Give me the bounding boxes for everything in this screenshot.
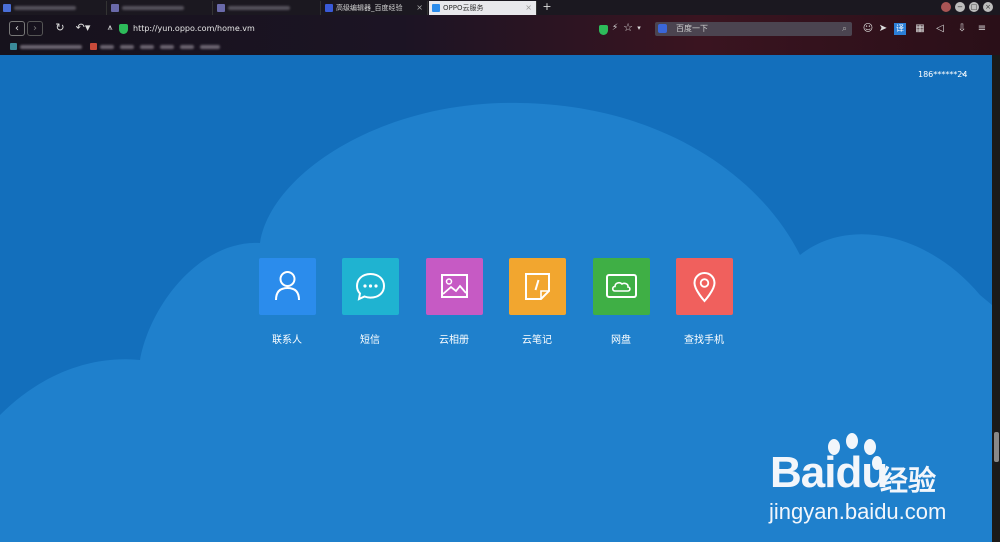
- bookmark-icon[interactable]: [90, 43, 97, 50]
- search-engine-icon[interactable]: [658, 24, 667, 33]
- watermark-cn: 经验: [880, 464, 937, 497]
- bookmark-item[interactable]: [100, 45, 114, 49]
- app-label-photos[interactable]: 云相册: [414, 331, 494, 346]
- baidu-favicon-icon: [325, 4, 333, 12]
- tab-baidu-jingyan[interactable]: 高级编辑器_百度经验 ×: [322, 1, 428, 15]
- app-label-contacts[interactable]: 联系人: [247, 331, 327, 346]
- tab-bar: 高级编辑器_百度经验 × OPPO云服务 × + − □ ×: [0, 0, 1000, 15]
- tab-label: OPPO云服务: [443, 4, 484, 12]
- app-label-cloud-disk[interactable]: 网盘: [581, 331, 661, 346]
- translate-icon[interactable]: 译: [894, 23, 906, 35]
- search-icon[interactable]: ⌕: [842, 22, 847, 36]
- tab-favicon-icon: [111, 4, 119, 12]
- menu-icon[interactable]: ≡: [976, 23, 988, 35]
- toolbar: ‹ › ↻ ↶▾ ⩚ http://yun.oppo.com/home.vm ⚡…: [0, 15, 1000, 41]
- tab-label: 高级编辑器_百度经验: [336, 4, 403, 12]
- bookmark-item[interactable]: [120, 45, 134, 49]
- tab-close-icon[interactable]: ×: [416, 1, 423, 15]
- oppo-cloud-page: 186******24 ⌄ 联系人 短信 云相册 云笔记 网盘 查找手机 Bai…: [0, 55, 992, 542]
- secure-shield-icon: [119, 24, 128, 34]
- tab-3[interactable]: [214, 1, 321, 15]
- app-messages[interactable]: [342, 258, 399, 315]
- oppo-favicon-icon: [432, 4, 440, 12]
- cloud-disk-icon: [606, 274, 637, 298]
- app-photos[interactable]: [426, 258, 483, 315]
- tab-favicon-icon: [217, 4, 225, 12]
- new-tab-button[interactable]: +: [539, 0, 555, 15]
- send-icon[interactable]: ➤: [877, 23, 889, 35]
- extensions-icon[interactable]: ▦: [914, 23, 926, 35]
- browser-chrome: 高级编辑器_百度经验 × OPPO云服务 × + − □ × ‹ › ↻ ↶▾ …: [0, 0, 1000, 55]
- watermark-brand: Baidu: [770, 448, 888, 498]
- app-contacts[interactable]: [259, 258, 316, 315]
- lightning-icon[interactable]: ⚡: [610, 21, 620, 35]
- bookmark-dropdown-icon[interactable]: ▾: [634, 21, 644, 35]
- app-label-notes[interactable]: 云笔记: [497, 331, 577, 346]
- app-find-phone[interactable]: [676, 258, 733, 315]
- tab-2[interactable]: [108, 1, 213, 15]
- contacts-icon: [275, 271, 300, 301]
- tab-favicon-icon: [3, 4, 11, 12]
- minimize-icon[interactable]: −: [955, 2, 965, 12]
- app-label-find-phone[interactable]: 查找手机: [664, 331, 744, 346]
- undo-close-icon[interactable]: ↶▾: [74, 21, 92, 35]
- user-avatar-icon[interactable]: [941, 2, 951, 12]
- bookmark-item[interactable]: [200, 45, 220, 49]
- app-notes[interactable]: [509, 258, 566, 315]
- search-box[interactable]: 百度一下 ⌕: [655, 22, 852, 36]
- photo-icon: [441, 274, 468, 298]
- bookmark-item[interactable]: [140, 45, 154, 49]
- location-icon: [693, 271, 716, 303]
- tab-blurred-title: [228, 6, 290, 10]
- bookmark-item[interactable]: [160, 45, 174, 49]
- app-cloud-disk[interactable]: [593, 258, 650, 315]
- refresh-icon[interactable]: ↻: [53, 21, 67, 35]
- chat-icon[interactable]: ☺: [862, 23, 874, 35]
- note-icon: [525, 273, 550, 300]
- chevron-down-icon[interactable]: ⌄: [960, 68, 967, 77]
- close-window-icon[interactable]: ×: [983, 2, 993, 12]
- security-shield-icon[interactable]: [599, 25, 608, 35]
- back-button[interactable]: ‹: [9, 21, 25, 36]
- search-placeholder: 百度一下: [676, 24, 708, 33]
- bookmarks-bar: [0, 41, 1000, 55]
- forward-button[interactable]: ›: [27, 21, 43, 36]
- app-label-messages[interactable]: 短信: [330, 331, 410, 346]
- tab-blurred-title: [14, 6, 76, 10]
- site-info-icon[interactable]: ⩚: [105, 21, 115, 35]
- message-icon: [355, 272, 386, 301]
- watermark-url: jingyan.baidu.com: [769, 499, 947, 524]
- bookmark-item[interactable]: [20, 45, 82, 49]
- tab-close-icon[interactable]: ×: [525, 1, 532, 15]
- bookmark-item[interactable]: [180, 45, 194, 49]
- tab-oppo-cloud[interactable]: OPPO云服务 ×: [429, 1, 537, 15]
- volume-icon[interactable]: ◁: [934, 23, 946, 35]
- star-icon[interactable]: ☆: [622, 21, 634, 35]
- address-bar[interactable]: http://yun.oppo.com/home.vm: [133, 24, 255, 33]
- scrollbar-thumb[interactable]: [994, 432, 999, 462]
- scrollbar[interactable]: [992, 55, 1000, 542]
- tab-1[interactable]: [0, 1, 107, 15]
- bookmark-icon[interactable]: [10, 43, 17, 50]
- download-icon[interactable]: ⇩: [956, 23, 968, 35]
- tab-blurred-title: [122, 6, 184, 10]
- watermark-brand-part1: Bai: [770, 448, 836, 497]
- maximize-icon[interactable]: □: [969, 2, 979, 12]
